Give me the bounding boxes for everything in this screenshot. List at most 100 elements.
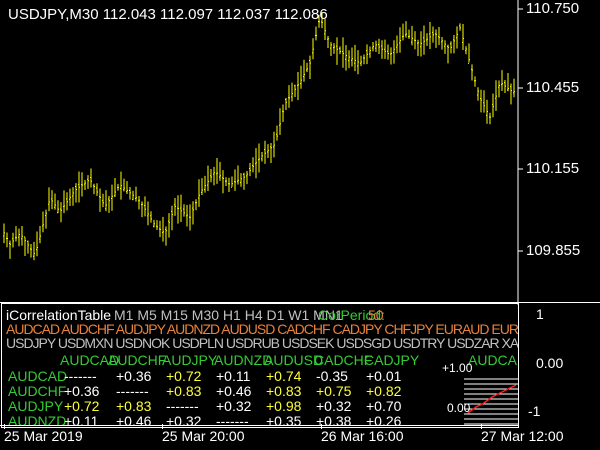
indicator-scale-mid: 0.00 [536, 355, 564, 371]
price-bar [261, 152, 263, 162]
price-bar [477, 87, 479, 101]
price-bar [93, 183, 95, 195]
price-bar [390, 47, 392, 65]
price-bar [291, 82, 293, 102]
price-bar [135, 186, 137, 202]
price-bar [258, 143, 260, 173]
price-bar [129, 187, 131, 200]
price-bar [63, 190, 65, 214]
price-bar [141, 201, 143, 218]
price-bar [45, 209, 47, 229]
price-bar [483, 90, 485, 113]
price-bar [27, 240, 29, 254]
price-bar [459, 23, 461, 31]
price-bar [132, 190, 134, 201]
price-bar [111, 184, 113, 211]
price-label-110155: 110.155 [526, 160, 580, 177]
price-bar [387, 44, 389, 60]
price-bar [165, 226, 167, 246]
price-bar [381, 40, 383, 59]
cell: -0.35 [316, 368, 348, 384]
cell: +0.32 [316, 398, 352, 414]
price-bar [96, 183, 98, 196]
price-bar [228, 177, 230, 192]
price-bar [138, 195, 140, 210]
price-bar [420, 31, 422, 57]
price-bar [126, 181, 128, 195]
cell: +0.74 [266, 368, 302, 384]
price-bar [465, 46, 467, 55]
price-bar [372, 42, 374, 52]
price-bar [501, 70, 503, 91]
indicator-scale-top: 1 [536, 306, 544, 322]
price-bar [42, 211, 44, 233]
price-bar [462, 24, 464, 51]
price-bar [30, 244, 32, 258]
price-bar [285, 97, 287, 111]
price-bar [243, 172, 245, 190]
price-bar [69, 188, 71, 207]
price-bar [72, 187, 74, 206]
price-bar [90, 168, 92, 188]
price-bar [75, 183, 77, 203]
price-bar [3, 223, 5, 244]
price-bar [405, 21, 407, 38]
price-bar [117, 183, 119, 191]
price-bar [495, 80, 497, 111]
price-bar [468, 43, 470, 64]
cell: ------- [116, 383, 149, 399]
price-bar [480, 89, 482, 113]
price-bar [345, 45, 347, 71]
price-bar [369, 46, 371, 58]
price-bar [414, 31, 416, 50]
price-bar [99, 188, 101, 212]
price-bar [447, 44, 449, 64]
price-bar [159, 220, 161, 238]
price-bar [33, 241, 35, 261]
price-bar [384, 39, 386, 59]
price-bar [411, 25, 413, 46]
cell: +0.36 [64, 383, 100, 399]
price-bar [60, 202, 62, 223]
time-label-2: 25 Mar 20:00 [162, 428, 245, 444]
price-bar [273, 131, 275, 158]
price-bar [201, 178, 203, 195]
price-bar [210, 169, 212, 183]
price-bar [36, 231, 38, 257]
price-bar [234, 169, 236, 191]
price-bar [309, 55, 311, 79]
price-bar [351, 47, 353, 67]
price-bar [156, 220, 158, 231]
price-bar [456, 26, 458, 49]
price-bar [183, 204, 185, 217]
price-label-109855: 109.855 [526, 242, 581, 259]
price-bar [231, 176, 233, 188]
price-bar [162, 216, 164, 242]
price-bar [375, 40, 377, 53]
price-bar [270, 142, 272, 163]
price-bar [207, 165, 209, 191]
price-bar [492, 93, 494, 118]
time-axis-line [0, 425, 518, 426]
price-bar [108, 195, 110, 213]
matrix-header-1: AUDCHF [108, 352, 167, 368]
price-bar [102, 193, 104, 208]
cell: +0.11 [216, 368, 251, 384]
price-bar [216, 158, 218, 184]
price-bar [354, 44, 356, 72]
price-bar [78, 171, 80, 203]
cell: +0.72 [166, 368, 202, 384]
price-bar [507, 72, 509, 92]
price-bar [237, 165, 239, 185]
price-bar [399, 27, 401, 53]
price-bar [252, 157, 254, 173]
price-bar [513, 78, 515, 98]
price-bar [486, 99, 488, 124]
cell: +0.70 [366, 398, 402, 414]
mini-chart-label: AUDCAD [468, 352, 518, 368]
row-label: AUDJPY [8, 398, 64, 414]
price-label-110455: 110.455 [526, 79, 580, 96]
price-chart[interactable] [0, 0, 600, 305]
pairs-row-2[interactable]: USDJPY USDMXN USDNOK USDPLN USDRUB USDSE… [6, 335, 518, 351]
price-bar [303, 59, 305, 82]
